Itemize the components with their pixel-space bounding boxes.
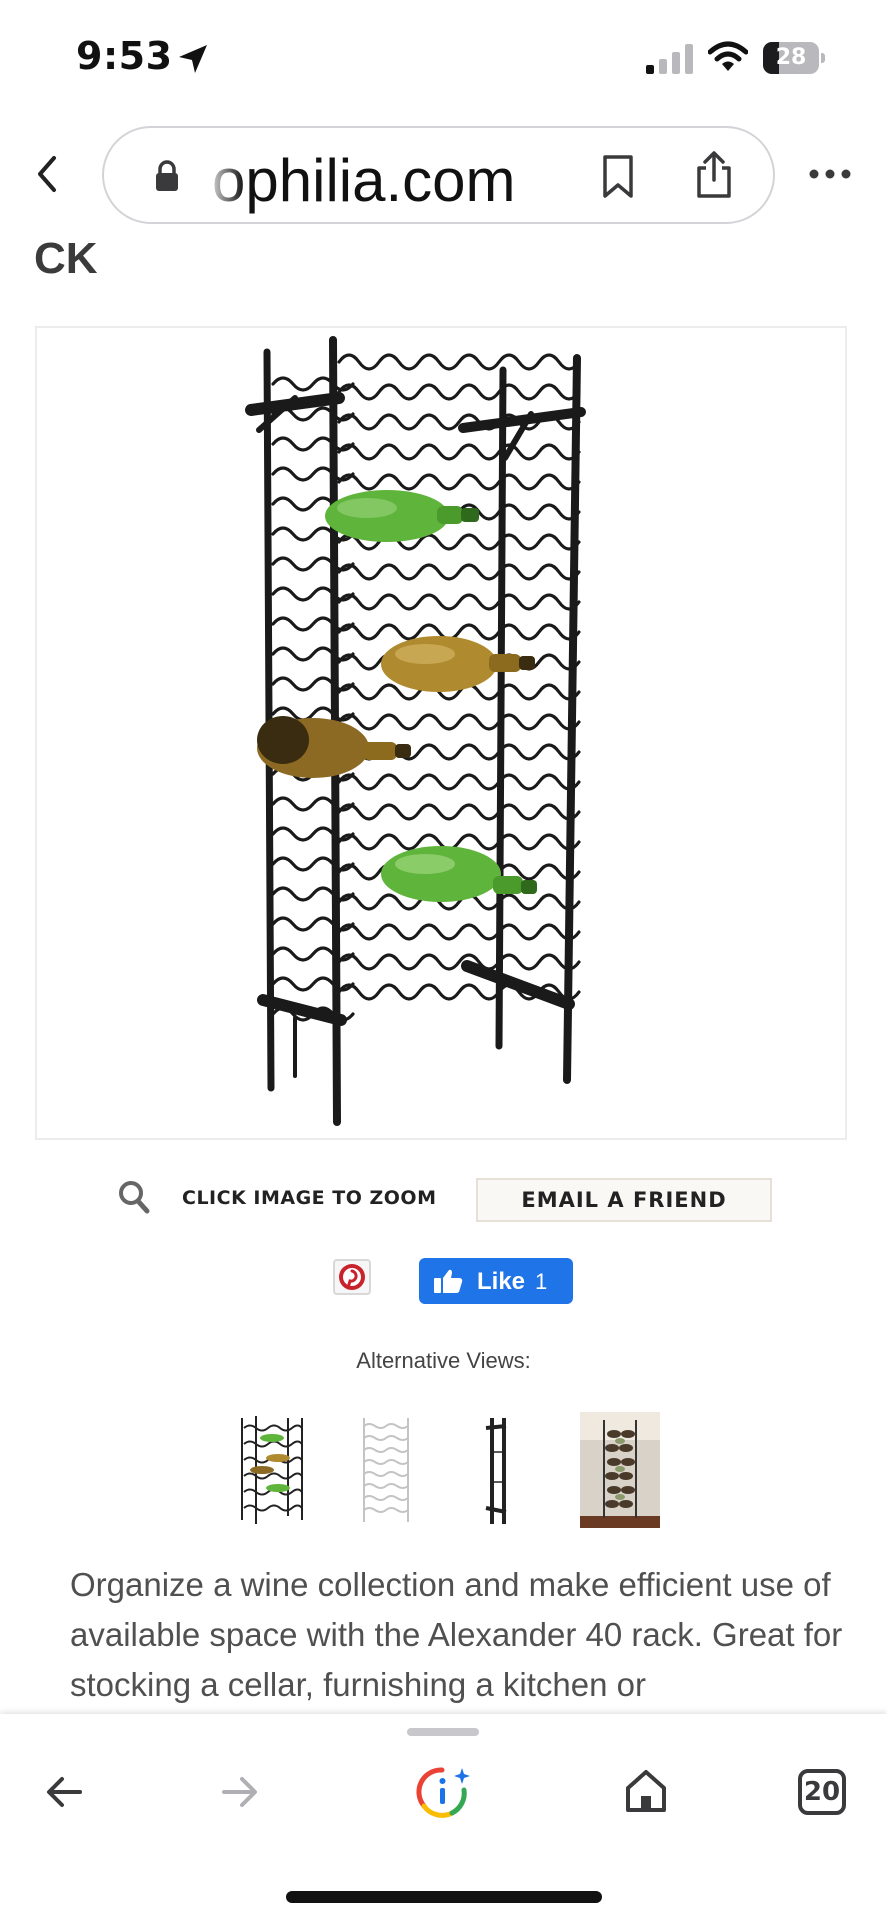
assistant-icon[interactable] [416,1766,472,1818]
wifi-icon [708,41,748,71]
back-chevron-icon[interactable] [30,152,64,196]
alt-view-thumbnail-1[interactable] [232,1412,316,1528]
green-bottle-1 [325,490,479,542]
amber-bottle-1 [381,636,535,692]
url-text[interactable]: ophilia.com [212,146,516,215]
like-label: Like [477,1268,526,1295]
battery-icon: 28 [763,42,825,74]
email-a-friend-button[interactable]: EMAIL A FRIEND [476,1178,772,1222]
product-description: Organize a wine collection and make effi… [70,1566,843,1703]
lock-icon [156,160,178,191]
alt-view-thumbnail-2[interactable] [344,1412,428,1528]
status-time: 9:53 [76,34,173,78]
home-indicator[interactable] [286,1891,602,1903]
share-icon[interactable] [694,150,734,200]
like-count: 1 [535,1269,548,1294]
home-icon[interactable] [624,1768,668,1814]
forward-arrow-icon[interactable] [220,1774,260,1810]
thumbs-up-icon [434,1269,463,1293]
battery-percent: 28 [775,45,807,70]
browser-toolbar: 20 [0,1714,887,1920]
status-bar: 9:53 28 [0,0,887,110]
tabs-icon[interactable]: 20 [798,1769,846,1815]
toolbar-grabber[interactable] [407,1728,479,1736]
url-fade [204,138,244,218]
location-arrow-icon [179,45,207,73]
pinterest-icon [339,1264,365,1290]
address-bar[interactable]: ophilia.com [102,126,775,224]
bookmark-icon[interactable] [600,154,636,200]
green-bottle-2 [381,846,537,902]
cellular-signal-icon [646,44,693,74]
page-heading: CK [34,234,98,283]
more-icon[interactable] [808,164,852,184]
pinterest-button[interactable] [333,1259,371,1295]
facebook-like-button[interactable]: Like 1 [419,1258,573,1304]
alt-view-thumbnail-3[interactable] [456,1412,540,1528]
wine-rack-illustration [245,336,586,1126]
zoom-search-icon[interactable] [118,1180,150,1214]
alternative-views-label: Alternative Views: [356,1348,531,1373]
amber-bottle-2 [257,716,411,778]
back-arrow-icon[interactable] [44,1774,84,1810]
product-image[interactable] [35,326,847,1140]
alt-view-thumbnail-4[interactable] [578,1412,662,1528]
click-to-zoom-label[interactable]: CLICK IMAGE TO ZOOM [182,1187,437,1209]
